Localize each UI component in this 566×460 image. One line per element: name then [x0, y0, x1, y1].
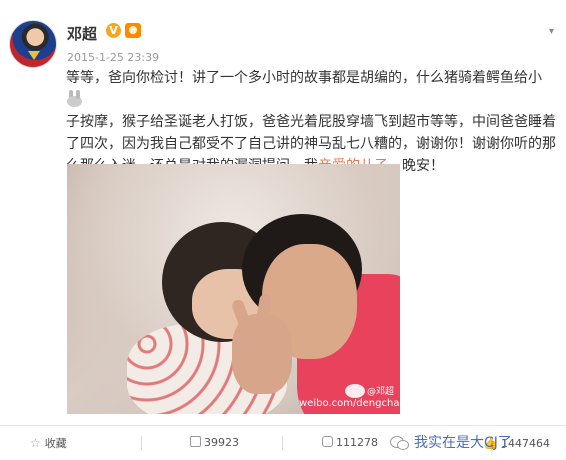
comment-icon [322, 436, 333, 447]
share-count: 39923 [204, 436, 239, 449]
separator [141, 436, 142, 450]
brand-text: 我实在是大CJ了 [414, 435, 512, 451]
share-icon [190, 436, 201, 447]
comment-button[interactable]: 111278 [322, 426, 378, 460]
medal-icon[interactable] [125, 23, 141, 38]
content-line: 子按摩，猴子给圣诞老人打饭，爸爸光着屁股穿墙飞到超市等等，中间爸爸睡着 [66, 114, 556, 130]
favorite-button[interactable]: ☆ 收藏 [30, 426, 67, 460]
content-line: 等等，爸向你检讨！讲了一个多小时的故事都是胡编的，什么猪骑着鳄鱼给小 [66, 70, 542, 86]
username[interactable]: 邓超 [67, 23, 97, 44]
wechat-brand-overlay: 我实在是大CJ了 [390, 426, 512, 460]
post-content: 等等，爸向你检讨！讲了一个多小时的故事都是胡编的，什么猪骑着鳄鱼给小 子按摩，猴… [66, 67, 556, 177]
comment-count: 111278 [336, 436, 378, 449]
star-icon: ☆ [30, 436, 41, 450]
post-photo[interactable]: @邓超 weibo.com/dengchao [67, 164, 400, 414]
photo-watermark-url: weibo.com/dengchao [299, 398, 400, 409]
favorite-label: 收藏 [44, 437, 67, 450]
wechat-icon [390, 435, 409, 450]
bunny-emoji-icon [66, 90, 83, 107]
verified-badge-icon: V [106, 23, 121, 38]
content-line: 了四次，因为我自己都受不了自己讲的神马乱七八糟的，谢谢你！谢谢你听的那 [66, 136, 556, 152]
share-button[interactable]: 39923 [190, 426, 239, 460]
avatar[interactable] [9, 20, 57, 68]
photo-watermark-name: @邓超 [367, 387, 395, 397]
weibo-watermark-icon [345, 384, 365, 398]
chevron-down-icon[interactable]: ▾ [549, 26, 554, 37]
superman-logo-icon [28, 51, 40, 60]
post-timestamp[interactable]: 2015-1-25 23:39 [67, 51, 159, 64]
separator [282, 436, 283, 450]
